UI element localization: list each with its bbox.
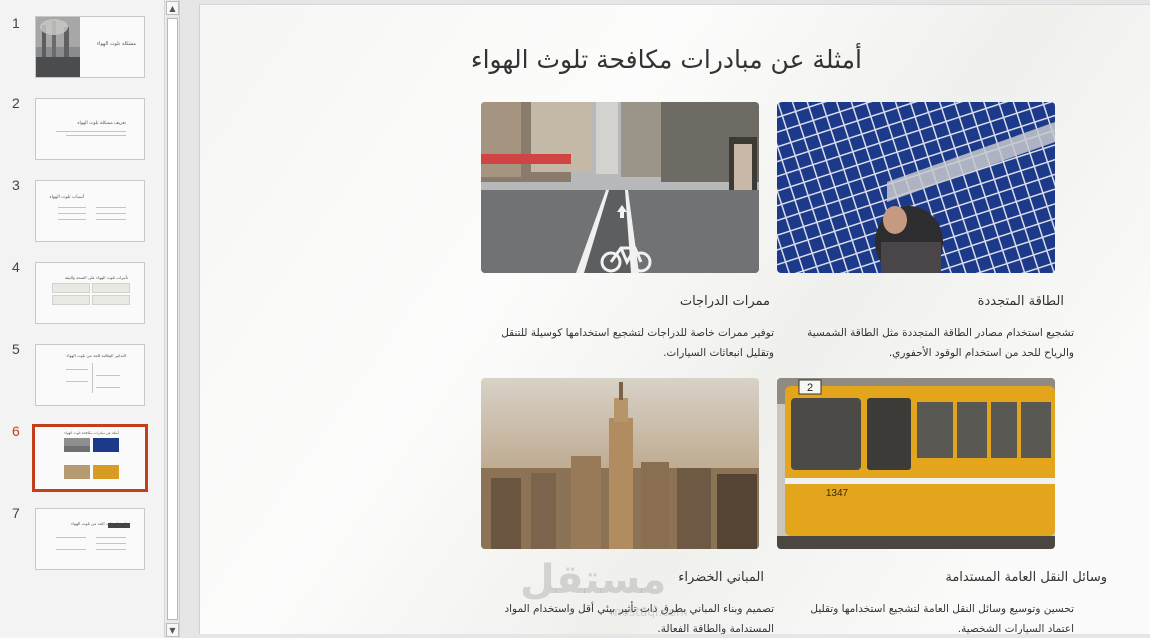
thumbnail-number: 2 — [12, 95, 20, 111]
thumbnail-number: 1 — [12, 15, 20, 31]
slide-thumbnail-2[interactable]: تعريف مشكلة تلوث الهواء — [35, 98, 145, 160]
thumbnail-title: أمثلة عن مبادرات مكافحة تلوث الهواء — [64, 431, 119, 435]
thumbnail-title: أسباب تلوث الهواء — [49, 195, 84, 200]
thumbnail-number: 6 — [12, 423, 20, 439]
thumbnail-title: تأثيرات تلوث الهواء على الصحة والبيئة — [64, 275, 128, 280]
slide-thumbnail-5[interactable]: التدابير الوقائية للحد من تلوث الهواء — [35, 344, 145, 406]
card-title-bike-lanes[interactable]: ممرات الدراجات — [680, 294, 770, 309]
card-desc-sustainable-transport[interactable]: تحسين وتوسيع وسائل النقل العامة لتشجيع ا… — [789, 599, 1074, 634]
presentation-window: 1 مشكلة تلوث الهواء 2 تعريف مشكلة تلوث ا… — [0, 0, 1150, 638]
slide-thumbnail-pane: 1 مشكلة تلوث الهواء 2 تعريف مشكلة تلوث ا… — [0, 0, 164, 638]
thumbnail-title: تعريف مشكلة تلوث الهواء — [77, 121, 126, 126]
bike-lane-image[interactable] — [481, 102, 759, 273]
slide-editing-area: أمثلة عن مبادرات مكافحة تلوث الهواء ممرا… — [181, 0, 1150, 638]
thumbnail-number: 5 — [12, 341, 20, 357]
green-buildings-image[interactable] — [481, 378, 759, 549]
thumbnail-number: 3 — [12, 177, 20, 193]
pollution-image — [36, 17, 80, 77]
card-title-sustainable-transport[interactable]: وسائل النقل العامة المستدامة — [945, 570, 1107, 585]
scrollbar-thumb[interactable] — [167, 18, 178, 620]
tram-fleet-number: 1347 — [826, 488, 849, 499]
tram-route-number: 2 — [807, 382, 813, 394]
tram-image[interactable]: 2 1347 — [777, 378, 1055, 549]
slide-canvas[interactable]: أمثلة عن مبادرات مكافحة تلوث الهواء ممرا… — [199, 4, 1150, 634]
slide-thumbnail-6[interactable]: أمثلة عن مبادرات مكافحة تلوث الهواء — [32, 424, 148, 492]
solar-thumbnail-image — [93, 438, 119, 452]
tram-thumbnail-image — [93, 465, 119, 479]
card-desc-renewable-energy[interactable]: تشجيع استخدام مصادر الطاقة المتجددة مثل … — [789, 323, 1074, 363]
card-title-renewable-energy[interactable]: الطاقة المتجددة — [978, 294, 1064, 309]
thumbnail-number: 4 — [12, 259, 20, 275]
thumbnail-number: 7 — [12, 505, 20, 521]
card-title-green-buildings[interactable]: المباني الخضراء — [678, 570, 764, 585]
slide-thumbnail-3[interactable]: أسباب تلوث الهواء — [35, 180, 145, 242]
slide-thumbnail-4[interactable]: تأثيرات تلوث الهواء على الصحة والبيئة — [35, 262, 145, 324]
bike-lane-thumbnail-image — [64, 438, 90, 452]
card-desc-bike-lanes[interactable]: توفير ممرات خاصة للدراجات لتشجيع استخدام… — [489, 323, 774, 363]
thumbnail-scrollbar[interactable]: ▲ ▼ — [164, 0, 180, 638]
watermark-logo: مستقل — [520, 557, 667, 603]
solar-panels-image[interactable] — [777, 102, 1055, 273]
scroll-up-arrow-icon[interactable]: ▲ — [166, 1, 179, 15]
thumbnail-title: التدابير الوقائية للحد من تلوث الهواء — [66, 353, 126, 358]
slide-thumbnail-1[interactable]: مشكلة تلوث الهواء — [35, 16, 145, 78]
slide-thumbnail-7[interactable]: استراتيجيات الحد من تلوث الهواء — [35, 508, 145, 570]
thumbnail-title: مشكلة تلوث الهواء — [96, 41, 136, 47]
skyline-thumbnail-image — [64, 465, 90, 479]
watermark-url: mostaql.com — [610, 605, 688, 619]
slide-title[interactable]: أمثلة عن مبادرات مكافحة تلوث الهواء — [471, 45, 862, 74]
scroll-down-arrow-icon[interactable]: ▼ — [166, 623, 179, 637]
